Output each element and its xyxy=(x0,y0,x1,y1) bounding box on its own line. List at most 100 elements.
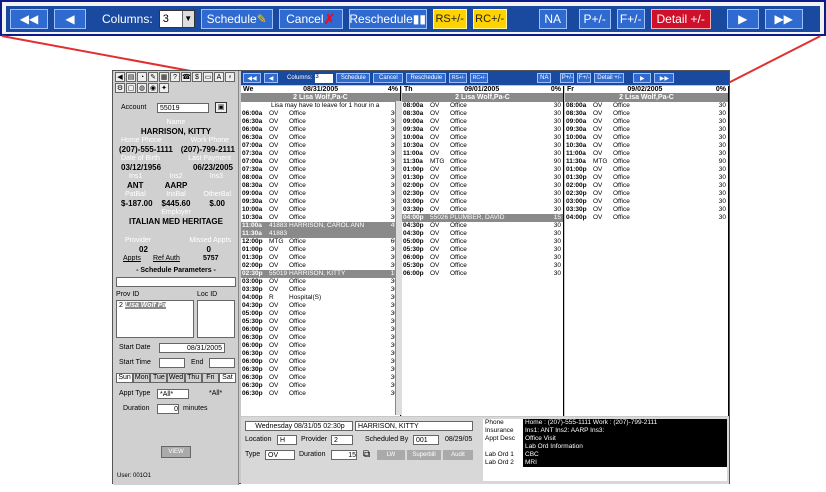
last-page-button[interactable]: ▶▶ xyxy=(654,73,675,83)
view-button[interactable]: VIEW xyxy=(161,446,191,458)
appointment-slot[interactable]: 11:00a OV Office 30 xyxy=(402,150,563,158)
appointment-slot[interactable]: 08:00aOVOffice30 xyxy=(241,174,400,182)
tool-icon[interactable]: ☎ xyxy=(181,72,191,82)
appointment-slot[interactable]: 04:30pOVOffice30 xyxy=(402,222,563,230)
schedule-template-select[interactable] xyxy=(116,277,236,287)
save-icon[interactable]: ▣ xyxy=(215,102,227,113)
tool-icon[interactable]: ◔ xyxy=(137,72,147,82)
duration-field[interactable]: 0 xyxy=(157,404,179,414)
provider-field[interactable]: 2 xyxy=(331,435,353,445)
detail-toggle-button[interactable]: Detail +/- xyxy=(650,9,711,29)
tool-icon[interactable]: ▢ xyxy=(126,83,136,93)
appointment-slot[interactable]: 11:30a MTG Office 90 xyxy=(402,158,563,166)
appointment-slot[interactable]: 11:30a MTG Office 90 xyxy=(565,158,728,166)
tool-icon[interactable]: ▤ xyxy=(126,72,136,82)
appointment-slot[interactable]: 10:00aOVOffice30 xyxy=(565,134,728,142)
appointment-slot[interactable]: 01:00pOVOffice30 xyxy=(241,246,400,254)
tool-icon[interactable]: ▦ xyxy=(159,72,169,82)
appointment-slot[interactable]: 02:30p OV Office 30 xyxy=(565,190,728,198)
appointment-slot[interactable]: 05:30pOVOffice30 xyxy=(402,262,563,270)
appointment-slot[interactable]: 06:00pOVOffice30 xyxy=(241,326,400,334)
reschedule-button[interactable]: Reschedule ▮▮ xyxy=(348,9,427,29)
next-button[interactable]: ▶ xyxy=(633,73,652,83)
appointment-slot[interactable]: 07:00aOVOffice30 xyxy=(241,142,400,150)
p-toggle-button[interactable]: P+/- xyxy=(578,9,611,29)
last-page-button[interactable]: ▶▶ xyxy=(764,9,803,29)
start-date-field[interactable]: 08/31/2005 xyxy=(159,343,225,353)
appointment-slot[interactable]: 11:30a 41883 xyxy=(241,230,400,238)
appointment-slot[interactable]: 06:00aOVOffice30 xyxy=(241,126,400,134)
audit-button[interactable]: Audit xyxy=(443,450,473,460)
appointment-slot[interactable]: 03:30pOVOffice30 xyxy=(241,286,400,294)
appointment-slot[interactable]: 01:30pOVOffice30 xyxy=(241,254,400,262)
rs-button[interactable]: RS+/- xyxy=(449,73,468,83)
prev-button[interactable]: ◀ xyxy=(264,73,278,83)
appointment-slot[interactable]: 02:00pOVOffice30 xyxy=(241,262,400,270)
day-tab[interactable]: Sat xyxy=(218,373,236,383)
appt-type-field[interactable]: *All* xyxy=(157,389,189,399)
detail-toggle-button[interactable]: Detail +/- xyxy=(594,73,625,83)
appointment-slot[interactable]: 05:30pOVOffice30 xyxy=(241,318,400,326)
day-tab[interactable]: Sun xyxy=(116,373,134,383)
appointment-slot[interactable]: 09:30aOVOffice30 xyxy=(241,198,400,206)
appointment-slot[interactable]: 02:00pOVOffice30 xyxy=(565,182,728,190)
appointment-slot[interactable]: 03:30pOVOffice30 xyxy=(402,206,563,214)
columns-select[interactable]: 3 xyxy=(315,73,334,83)
tool-icon[interactable]: ◉ xyxy=(148,83,158,93)
appointment-slot[interactable]: 05:00pOVOffice30 xyxy=(402,238,563,246)
appointment-slot[interactable]: 12:00pMTGOffice60 xyxy=(241,238,400,246)
appointment-slot[interactable]: 04:00p 55026 PLUMBER, DAVID 15 xyxy=(402,214,563,222)
appointment-slot[interactable]: 06:00pOVOffice30 xyxy=(241,342,400,350)
lw-button[interactable]: LW xyxy=(377,450,405,460)
appointment-slot[interactable]: 06:00pOVOffice30 xyxy=(241,358,400,366)
tool-icon[interactable]: ◀ xyxy=(115,72,125,82)
scrollbar[interactable] xyxy=(395,101,402,415)
f-toggle-button[interactable]: F+/- xyxy=(577,73,592,83)
appointment-slot[interactable]: 08:30aOVOffice30 xyxy=(402,110,563,118)
location-list[interactable] xyxy=(197,300,235,338)
appointment-slot[interactable]: 04:30pOVOffice30 xyxy=(402,230,563,238)
appointment-slot[interactable]: 10:30aOVOffice30 xyxy=(402,142,563,150)
appointment-slot[interactable]: 06:30aOVOffice30 xyxy=(241,118,400,126)
appointment-slot[interactable]: 10:00aOVOffice30 xyxy=(241,206,400,214)
appointment-slot[interactable]: 08:00aOVOffice30 xyxy=(565,102,728,110)
appointment-slot[interactable]: 08:00aOVOffice30 xyxy=(402,102,563,110)
tool-icon[interactable]: $ xyxy=(192,72,202,82)
day-tab[interactable]: Wed xyxy=(167,373,185,383)
appointment-slot[interactable]: 01:00pOVOffice30 xyxy=(565,166,728,174)
appointment-slot[interactable]: 10:00aOVOffice30 xyxy=(402,134,563,142)
rs-button[interactable]: RS+/- xyxy=(432,9,467,29)
appointment-slot[interactable]: 07:30aOVOffice30 xyxy=(241,150,400,158)
appointment-slot[interactable]: 09:00aOVOffice30 xyxy=(565,118,728,126)
tool-icon[interactable]: ♀ xyxy=(225,72,235,82)
day-tab[interactable]: Tue xyxy=(150,373,168,383)
duration-field[interactable]: 15 xyxy=(331,450,357,460)
tool-icon[interactable]: ⚙ xyxy=(115,83,125,93)
rc-button[interactable]: RC+/- xyxy=(470,73,489,83)
appointment-slot[interactable]: 04:00p OV Office 30 xyxy=(565,214,728,222)
rc-button[interactable]: RC+/- xyxy=(472,9,507,29)
appointment-slot[interactable]: 09:30aOVOffice30 xyxy=(402,126,563,134)
first-page-button[interactable]: ◀◀ xyxy=(243,73,261,83)
reschedule-button[interactable]: Reschedule xyxy=(406,73,447,83)
location-field[interactable]: H xyxy=(277,435,297,445)
day-tab[interactable]: Mon xyxy=(133,373,151,383)
appointment-slot[interactable]: 11:00a OV Office 30 xyxy=(565,150,728,158)
start-time-field[interactable] xyxy=(159,358,185,368)
tool-icon[interactable]: A xyxy=(214,72,224,82)
appointment-slot[interactable]: 06:30aOVOffice30 xyxy=(241,134,400,142)
next-button[interactable]: ▶ xyxy=(726,9,759,29)
appointment-slot[interactable]: 07:00aOVOffice30 xyxy=(241,158,400,166)
na-button[interactable]: NA xyxy=(538,9,567,29)
appointment-slot[interactable]: 06:30pOVOffice30 xyxy=(241,334,400,342)
appointment-slot[interactable]: 01:00pOVOffice30 xyxy=(402,166,563,174)
appointment-slot[interactable]: 09:00aOVOffice30 xyxy=(402,118,563,126)
appointment-slot[interactable]: 06:00pOVOffice30 xyxy=(402,254,563,262)
cancel-button[interactable]: Cancel xyxy=(373,73,404,83)
p-toggle-button[interactable]: P+/- xyxy=(560,73,575,83)
appointment-slot[interactable]: 10:30aOVOffice30 xyxy=(565,142,728,150)
appointment-slot[interactable]: 02:30p55019HARRISON, KITTY15 xyxy=(241,270,400,278)
appointment-slot[interactable]: 04:00pRHospital(S)30 xyxy=(241,294,400,302)
appointment-slot[interactable]: 09:30aOVOffice30 xyxy=(565,126,728,134)
appointment-slot[interactable]: 04:30pOVOffice30 xyxy=(241,302,400,310)
